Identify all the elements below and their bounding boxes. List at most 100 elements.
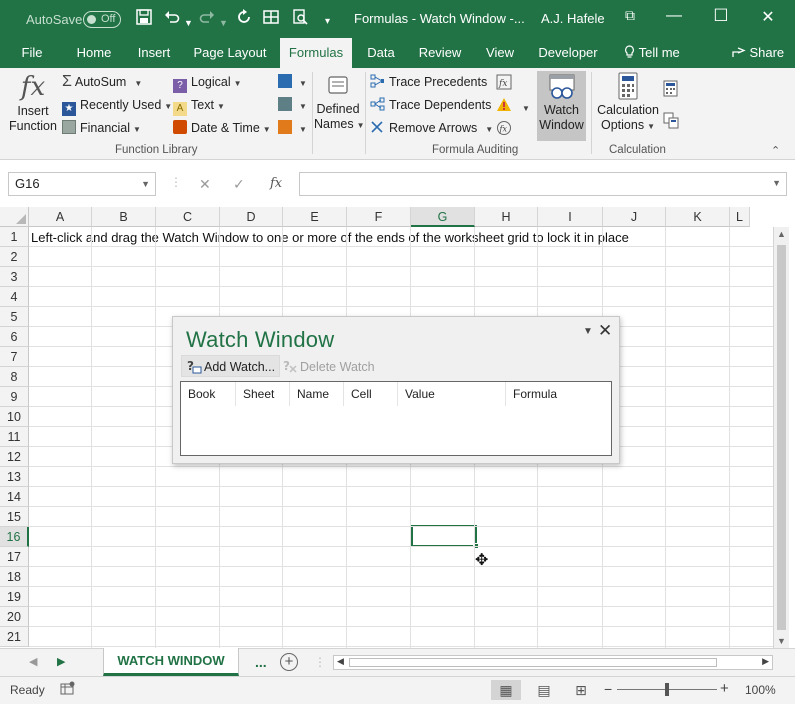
calculate-sheet-button[interactable] bbox=[663, 112, 679, 133]
autosave-toggle[interactable]: Off bbox=[83, 11, 121, 28]
tab-developer[interactable]: Developer bbox=[532, 38, 604, 68]
text-button[interactable]: A Text ▼ bbox=[173, 97, 225, 116]
watch-list[interactable]: Book Sheet Name Cell Value Formula bbox=[180, 381, 612, 456]
redo-dropdown-icon[interactable]: ▼ bbox=[219, 13, 228, 33]
zoom-in-button[interactable]: + bbox=[720, 680, 729, 697]
tab-split-grip-icon[interactable]: ⋮ bbox=[314, 655, 326, 669]
row-header-12[interactable]: 12 bbox=[0, 447, 29, 467]
column-header-c[interactable]: C bbox=[156, 207, 220, 227]
expand-formula-bar-icon[interactable]: ▼ bbox=[772, 178, 781, 188]
scroll-sheets-right-icon[interactable]: ▶ bbox=[57, 655, 65, 668]
evaluate-formula-button[interactable]: fx bbox=[496, 120, 512, 140]
column-header-a[interactable]: A bbox=[29, 207, 92, 227]
customize-qat-icon[interactable]: ▾ bbox=[325, 12, 330, 32]
row-header-9[interactable]: 9 bbox=[0, 387, 29, 407]
delete-watch-button[interactable]: ? Delete Watch bbox=[277, 355, 380, 377]
recently-used-button[interactable]: ★ Recently Used ▼ bbox=[62, 97, 172, 116]
minimize-icon[interactable]: — bbox=[661, 7, 687, 25]
horizontal-scrollbar[interactable]: ◀ ▶ bbox=[333, 655, 773, 670]
maximize-icon[interactable]: ☐ bbox=[708, 6, 734, 26]
ribbon-display-options-icon[interactable]: ⧉ bbox=[617, 7, 643, 24]
column-header-formula[interactable]: Formula bbox=[506, 382, 611, 406]
insert-function-button[interactable]: fx Insert Function bbox=[8, 70, 58, 142]
column-header-h[interactable]: H bbox=[475, 207, 538, 227]
tab-review[interactable]: Review bbox=[412, 38, 468, 68]
defined-names-button[interactable]: Defined Names ▼ bbox=[314, 72, 365, 142]
save-icon[interactable] bbox=[136, 9, 152, 30]
new-sheet-button[interactable]: + bbox=[280, 653, 298, 671]
normal-view-icon[interactable]: ▦ bbox=[491, 680, 521, 700]
tab-page-layout[interactable]: Page Layout bbox=[188, 38, 272, 68]
row-header-1[interactable]: 1 bbox=[0, 227, 29, 247]
row-header-18[interactable]: 18 bbox=[0, 567, 29, 587]
refresh-icon[interactable] bbox=[236, 9, 252, 30]
row-header-21[interactable]: 21 bbox=[0, 627, 29, 647]
row-header-4[interactable]: 4 bbox=[0, 287, 29, 307]
column-header-book[interactable]: Book bbox=[181, 382, 236, 406]
row-header-14[interactable]: 14 bbox=[0, 487, 29, 507]
tell-me-search[interactable]: Tell me bbox=[620, 38, 684, 68]
formula-input[interactable]: ▼ bbox=[299, 172, 787, 196]
column-header-e[interactable]: E bbox=[283, 207, 347, 227]
page-layout-view-icon[interactable]: ▤ bbox=[529, 680, 559, 700]
cancel-icon[interactable]: ✕ bbox=[199, 176, 211, 193]
row-header-19[interactable]: 19 bbox=[0, 587, 29, 607]
column-header-f[interactable]: F bbox=[347, 207, 411, 227]
undo-icon[interactable] bbox=[164, 9, 180, 30]
calculation-options-button[interactable]: Calculation Options ▼ bbox=[596, 72, 660, 142]
scroll-left-icon[interactable]: ◀ bbox=[337, 656, 344, 667]
row-header-13[interactable]: 13 bbox=[0, 467, 29, 487]
row-header-6[interactable]: 6 bbox=[0, 327, 29, 347]
insert-function-icon[interactable]: fx bbox=[270, 176, 282, 191]
watch-window[interactable]: Watch Window ▼ ✕ ? Add Watch... ? Delete W… bbox=[172, 316, 620, 464]
tab-home[interactable]: Home bbox=[66, 38, 122, 68]
cell-a1[interactable]: Left-click and drag the Watch Window to … bbox=[31, 228, 629, 248]
sheet-tab-watch-window[interactable]: WATCH WINDOW bbox=[103, 648, 239, 676]
lookup-reference-button[interactable]: ▼ bbox=[278, 74, 307, 92]
scroll-sheets-left-icon[interactable]: ◀ bbox=[29, 655, 37, 668]
trace-dependents-button[interactable]: Trace Dependents bbox=[370, 97, 491, 113]
add-watch-button[interactable]: ? Add Watch... bbox=[181, 355, 281, 377]
form-icon[interactable] bbox=[263, 9, 279, 30]
column-header-l[interactable]: L bbox=[730, 207, 750, 227]
row-header-11[interactable]: 11 bbox=[0, 427, 29, 447]
row-header-16[interactable]: 16 bbox=[0, 527, 29, 547]
row-header-7[interactable]: 7 bbox=[0, 347, 29, 367]
horizontal-scroll-thumb[interactable] bbox=[349, 658, 717, 667]
close-watch-window-icon[interactable]: ✕ bbox=[598, 321, 612, 341]
share-button[interactable]: Share bbox=[728, 38, 788, 68]
window-options-icon[interactable]: ▼ bbox=[583, 326, 593, 337]
tab-file[interactable]: File bbox=[10, 38, 54, 68]
more-sheets-button[interactable]: ... bbox=[255, 654, 267, 670]
zoom-out-button[interactable]: − bbox=[604, 681, 612, 697]
row-header-20[interactable]: 20 bbox=[0, 607, 29, 627]
column-header-d[interactable]: D bbox=[220, 207, 283, 227]
watch-window-button[interactable]: Watch Window bbox=[537, 71, 586, 141]
column-header-k[interactable]: K bbox=[666, 207, 730, 227]
collapse-ribbon-icon[interactable]: ⌃ bbox=[771, 144, 780, 157]
scroll-up-icon[interactable]: ▲ bbox=[777, 229, 786, 239]
column-header-value[interactable]: Value bbox=[398, 382, 506, 406]
row-header-5[interactable]: 5 bbox=[0, 307, 29, 327]
tab-view[interactable]: View bbox=[476, 38, 524, 68]
column-header-j[interactable]: J bbox=[603, 207, 666, 227]
error-checking-button[interactable]: ▼ bbox=[496, 97, 530, 117]
row-header-15[interactable]: 15 bbox=[0, 507, 29, 527]
active-cell-g16[interactable] bbox=[411, 525, 479, 549]
column-header-b[interactable]: B bbox=[92, 207, 156, 227]
page-break-preview-icon[interactable]: ⊞ bbox=[566, 680, 596, 700]
show-formulas-button[interactable]: fx bbox=[496, 74, 512, 94]
close-icon[interactable]: ✕ bbox=[755, 7, 781, 27]
watch-window-title[interactable]: Watch Window bbox=[186, 327, 334, 353]
redo-icon[interactable] bbox=[199, 9, 215, 30]
financial-button[interactable]: Financial ▼ bbox=[62, 120, 141, 138]
print-preview-icon[interactable] bbox=[292, 9, 308, 30]
zoom-level[interactable]: 100% bbox=[745, 683, 776, 697]
tab-formulas[interactable]: Formulas bbox=[280, 38, 352, 68]
column-header-name[interactable]: Name bbox=[290, 382, 344, 406]
select-all-button[interactable] bbox=[0, 207, 29, 227]
column-header-g[interactable]: G bbox=[411, 207, 475, 227]
vertical-scrollbar[interactable]: ▲ ▼ bbox=[773, 227, 789, 648]
tab-insert[interactable]: Insert bbox=[128, 38, 180, 68]
column-header-cell[interactable]: Cell bbox=[344, 382, 398, 406]
